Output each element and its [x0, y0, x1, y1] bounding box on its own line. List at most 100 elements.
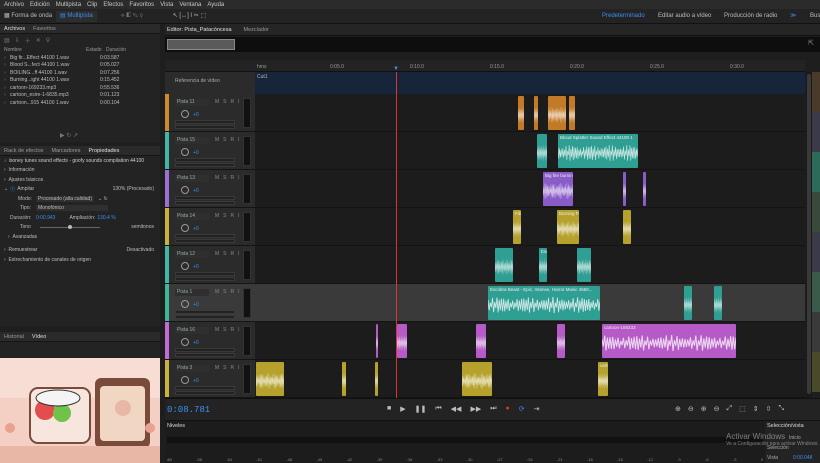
track-lane[interactable]: Blood Splatter Sound Effect 44100 1: [255, 132, 805, 169]
volume-knob[interactable]: [181, 148, 189, 156]
file-row[interactable]: › Big fir...Effect 44100 1.wav 0:03.587: [0, 54, 160, 62]
input-select[interactable]: [175, 120, 235, 124]
track-header[interactable]: Pista 16 M S R I +0: [165, 322, 255, 359]
zoom-full-icon[interactable]: ⤢: [727, 405, 733, 413]
monitor-button[interactable]: I: [238, 327, 239, 333]
track-lane[interactable]: Fácil... Burning Fire w...: [255, 208, 805, 245]
close-file-icon[interactable]: ✕: [36, 37, 41, 44]
overview-strip[interactable]: ⇱: [165, 37, 820, 52]
volume-knob[interactable]: [181, 300, 189, 308]
track-volume[interactable]: +0: [193, 226, 199, 232]
audio-clip[interactable]: [537, 134, 547, 168]
track-name[interactable]: Pista 12: [175, 251, 209, 258]
play-button[interactable]: ▶: [400, 405, 405, 413]
tab-editor[interactable]: Editor: Pista_Patacóncesa: [167, 27, 232, 33]
expand-icon[interactable]: ›: [0, 92, 10, 98]
video-ref-track[interactable]: Cut1: [255, 72, 805, 94]
track-lane[interactable]: Escobra Beast - Epic, Intense, Horror Mu…: [255, 284, 805, 321]
track-header[interactable]: Pista 11 M S R I +0: [165, 94, 255, 131]
zoom-in-time-icon[interactable]: ⊕: [701, 405, 707, 413]
audio-clip[interactable]: [534, 96, 538, 130]
audio-clip[interactable]: Burning Fire w...: [557, 210, 579, 244]
file-row[interactable]: › Burning...ight 44100 1.wav 0:15.452: [0, 77, 160, 85]
solo-button[interactable]: S: [223, 175, 226, 181]
audio-clip[interactable]: [577, 248, 591, 282]
track-name[interactable]: Pista 15: [175, 137, 209, 144]
tab-rack-efectos[interactable]: Rack de efectos: [4, 148, 43, 154]
mode-select[interactable]: Procesado (alta calidad): [36, 195, 94, 202]
open-file-icon[interactable]: ▤: [4, 37, 10, 44]
solo-button[interactable]: S: [223, 289, 226, 295]
go-end-button[interactable]: ⏭: [490, 405, 496, 413]
track-header[interactable]: Pista 1 M S R I +0: [165, 284, 255, 321]
solo-button[interactable]: S: [223, 99, 226, 105]
monitor-button[interactable]: I: [238, 175, 239, 181]
input-select[interactable]: [175, 234, 235, 238]
zoom-selection-icon[interactable]: ⬚: [739, 405, 746, 413]
mute-button[interactable]: M: [215, 213, 219, 219]
waveform-view-button[interactable]: ▦ Forma de onda: [0, 11, 56, 22]
track-name[interactable]: Pista 1: [175, 289, 209, 296]
mode-dropdown-icon[interactable]: ⌄ ↻: [98, 196, 108, 202]
menu-vista[interactable]: Vista: [160, 2, 173, 8]
audio-clip[interactable]: [684, 286, 692, 320]
file-row[interactable]: › cartoon...915 44100 1.wav 0:00.104: [0, 99, 160, 107]
expand-icon[interactable]: ›: [0, 55, 10, 61]
audio-clip[interactable]: Escudo: [539, 248, 547, 282]
zoom-out-amp-icon[interactable]: ⊖: [688, 405, 694, 413]
audio-clip[interactable]: [462, 362, 492, 396]
tab-favoritos[interactable]: Favoritos: [33, 26, 56, 32]
audio-clip[interactable]: [495, 248, 513, 282]
track-volume[interactable]: +0: [193, 188, 199, 194]
audio-clip[interactable]: Fácil...: [513, 210, 521, 244]
zoom-icon[interactable]: ⇱: [808, 39, 814, 47]
menu-multipista[interactable]: Multipista: [56, 2, 81, 8]
output-select[interactable]: [175, 391, 235, 395]
mute-button[interactable]: M: [215, 289, 219, 295]
audio-clip[interactable]: [623, 210, 631, 244]
levels-title[interactable]: Niveles: [167, 423, 185, 429]
monitor-button[interactable]: I: [238, 99, 239, 105]
overview-viewport[interactable]: [167, 39, 235, 50]
menu-clip[interactable]: Clip: [87, 2, 97, 8]
track-header[interactable]: Pista 14 M S R I +0: [165, 208, 255, 245]
solo-button[interactable]: S: [223, 251, 226, 257]
monitor-button[interactable]: I: [238, 251, 239, 257]
track-header[interactable]: Pista 13 M S R I +0: [165, 170, 255, 207]
input-select[interactable]: [175, 310, 235, 314]
solo-button[interactable]: S: [223, 365, 226, 371]
file-row[interactable]: › BOILING...ff 44100 1.wav 0:07.256: [0, 69, 160, 77]
arm-button[interactable]: R: [231, 99, 235, 105]
stop-button[interactable]: ■: [387, 405, 391, 413]
expand-icon[interactable]: ›: [0, 100, 10, 106]
audio-clip[interactable]: [375, 362, 378, 396]
track-name[interactable]: Pista 11: [175, 99, 209, 106]
file-row[interactable]: › Blood S...fect 44100 1.wav 0:05.027: [0, 62, 160, 70]
col-status[interactable]: Estado: [86, 47, 106, 53]
zoom-in-tracks-icon[interactable]: ⇕: [753, 405, 759, 413]
new-file-icon[interactable]: ＋: [25, 36, 31, 45]
files-playback-controls[interactable]: ▶ ↻ ↗: [60, 132, 78, 139]
time-display[interactable]: 0:08.781: [167, 405, 210, 415]
rewind-button[interactable]: ◀◀: [451, 405, 462, 413]
workspace-radio[interactable]: Producción de radio: [724, 9, 777, 24]
arm-button[interactable]: R: [231, 365, 235, 371]
amp-value[interactable]: 130.4 %: [97, 215, 115, 221]
input-select[interactable]: [175, 386, 235, 390]
audio-clip[interactable]: [643, 172, 646, 206]
track-name[interactable]: Pista 16: [175, 327, 209, 334]
skip-button[interactable]: ⇥: [534, 405, 540, 413]
menu-archivo[interactable]: Archivo: [4, 2, 24, 8]
arm-button[interactable]: R: [231, 327, 235, 333]
output-select[interactable]: [175, 163, 235, 167]
menu-ayuda[interactable]: Ayuda: [207, 2, 224, 8]
tab-video[interactable]: Vídeo: [32, 334, 46, 340]
audio-clip[interactable]: [569, 96, 575, 130]
expand-icon[interactable]: ›: [0, 62, 10, 68]
audio-clip[interactable]: [623, 172, 626, 206]
zoom-reset-icon[interactable]: ⤡: [778, 405, 784, 413]
audio-clip[interactable]: [256, 362, 284, 396]
zoom-in-amp-icon[interactable]: ⊕: [675, 405, 681, 413]
move-tool-icon[interactable]: ↖ [↔] I ✂ ⬚: [169, 11, 210, 22]
playhead-line[interactable]: [396, 72, 397, 398]
